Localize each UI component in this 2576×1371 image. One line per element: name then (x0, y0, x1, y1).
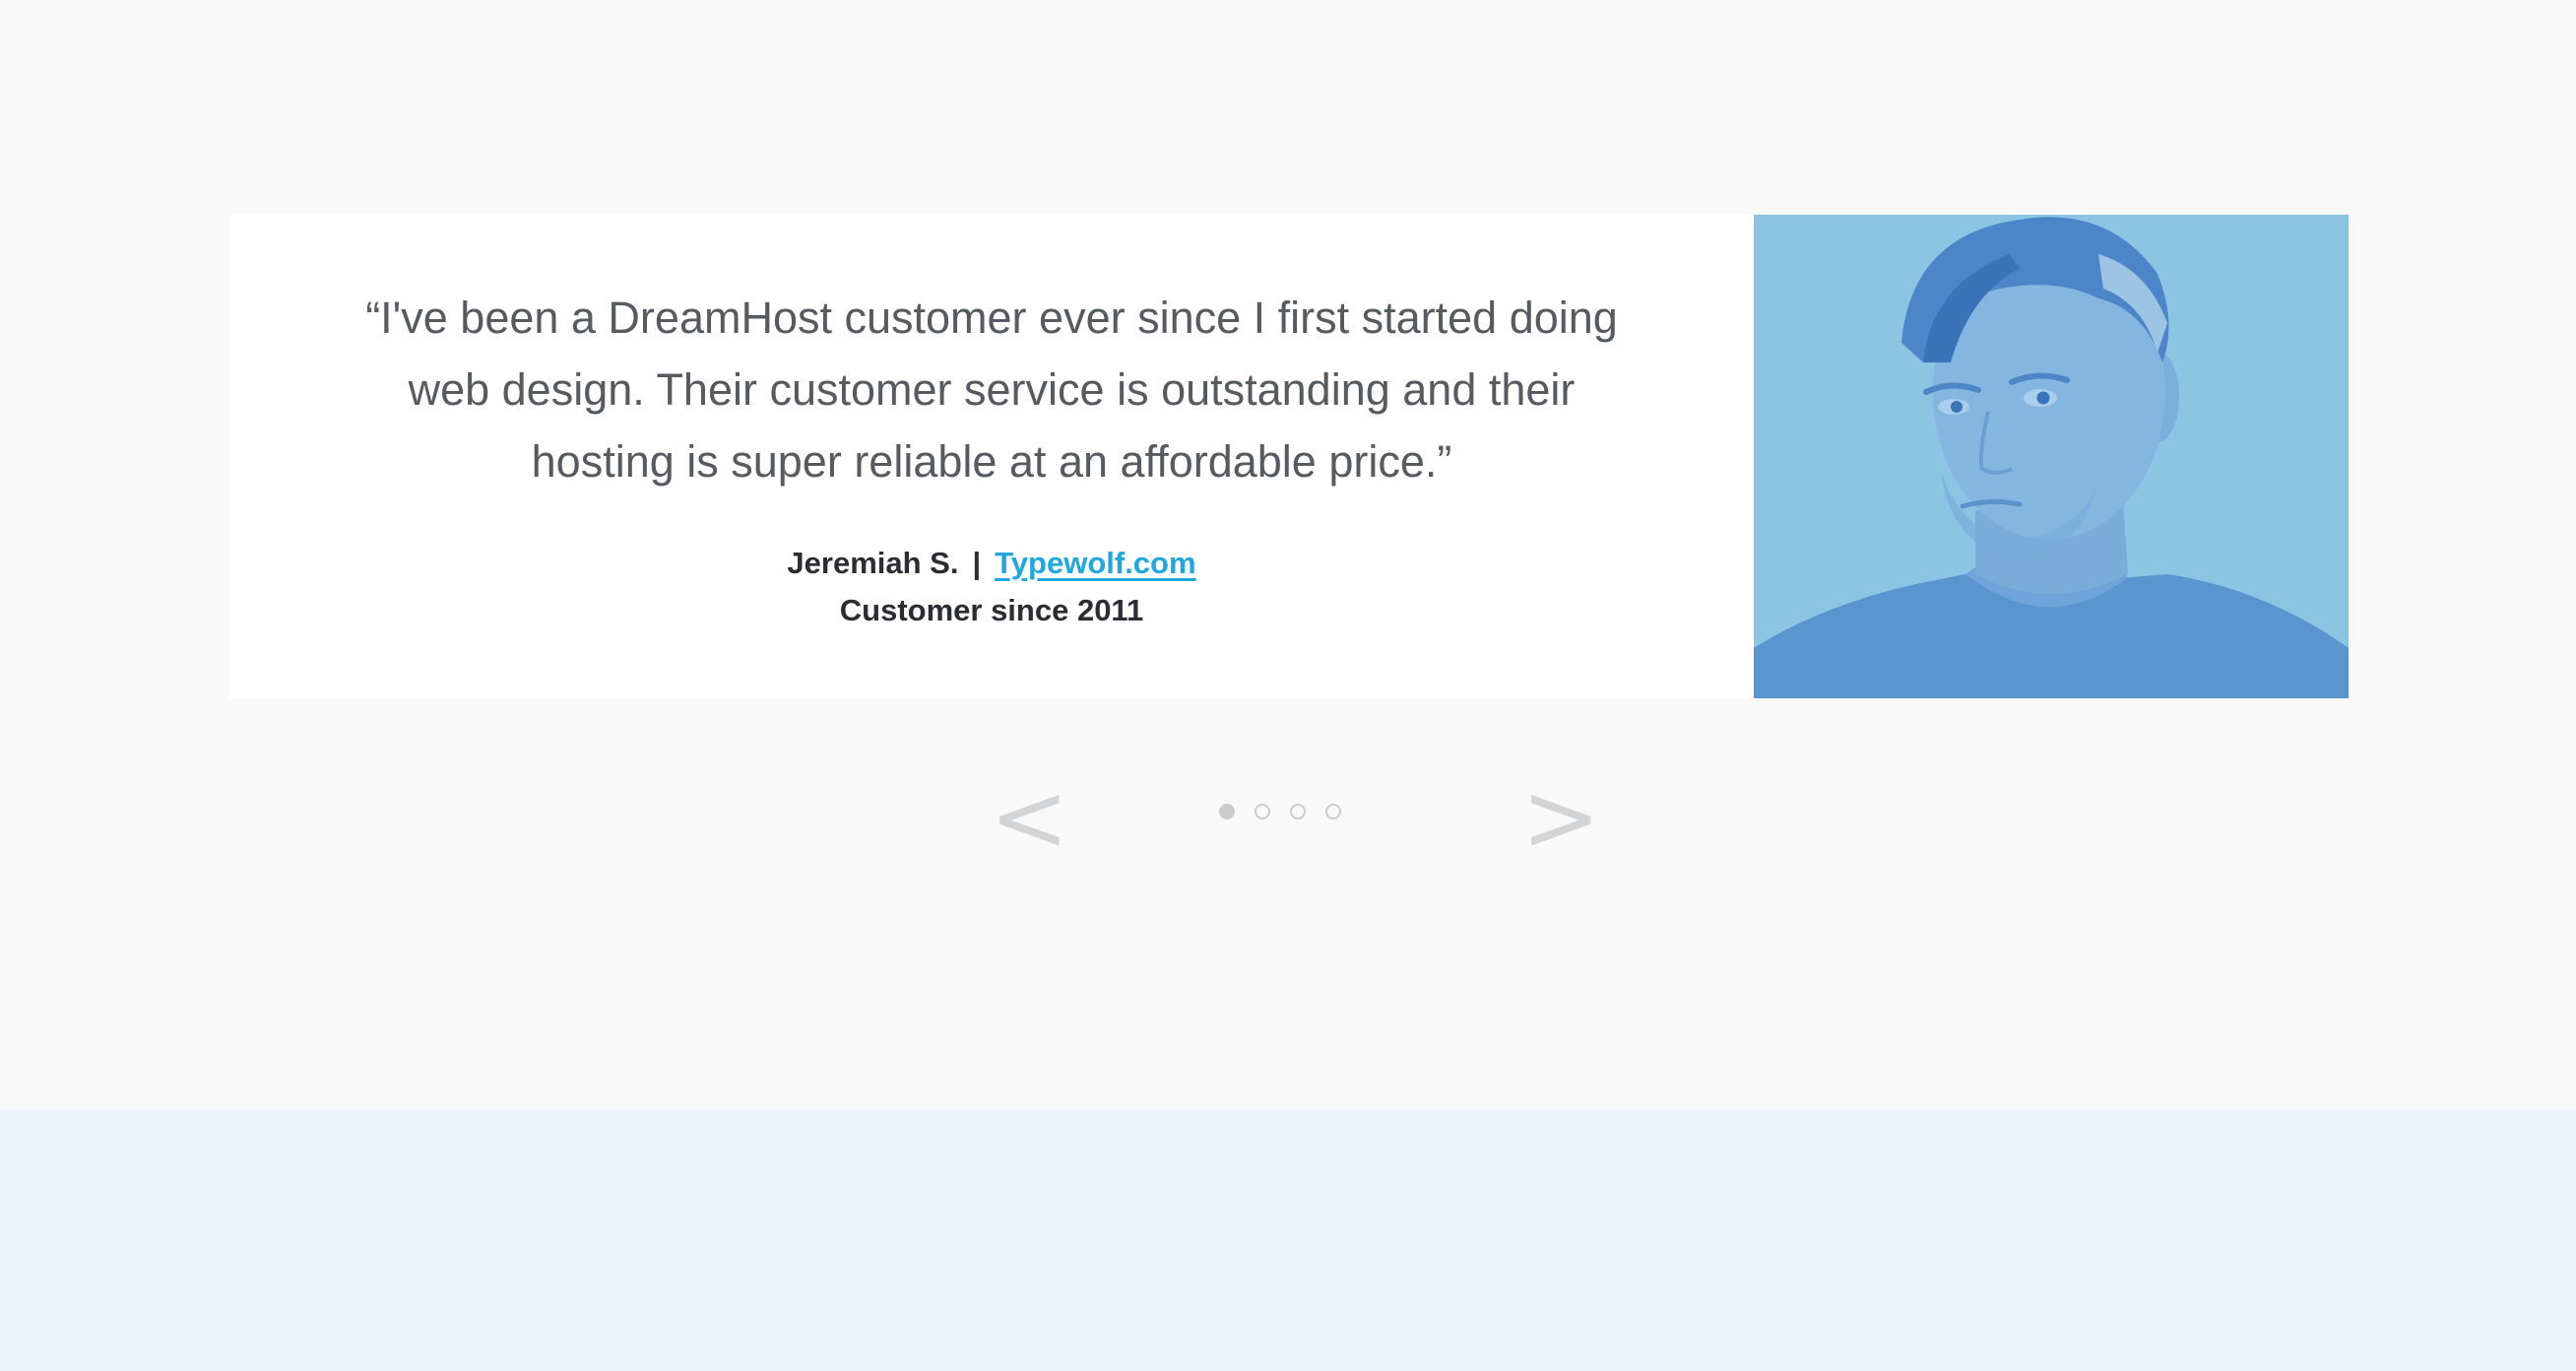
quote-line: “I've been a DreamHost customer ever sin… (365, 293, 1618, 343)
website-link[interactable]: Typewolf.com (995, 546, 1195, 580)
author-line: Jeremiah S. | Typewolf.com (229, 540, 1754, 587)
carousel-dot-4[interactable] (1325, 804, 1341, 819)
carousel-controls: < > (0, 768, 2576, 867)
testimonial-attribution: Jeremiah S. | Typewolf.com Customer since … (229, 540, 1754, 634)
next-section-band (0, 1110, 2576, 1371)
carousel-dot-3[interactable] (1290, 804, 1306, 819)
separator: | (972, 546, 982, 580)
testimonial-quote: “I've been a DreamHost customer ever sin… (229, 282, 1754, 497)
customer-portrait-icon (1754, 215, 2349, 698)
carousel-dots (1219, 804, 1361, 823)
carousel-dot-2[interactable] (1255, 804, 1270, 819)
previous-arrow-icon[interactable]: < (990, 768, 1068, 867)
quote-line: web design. Their customer service is ou… (408, 364, 1576, 415)
customer-photo (1754, 215, 2349, 698)
testimonial-card: “I've been a DreamHost customer ever sin… (229, 215, 1754, 698)
customer-since: Customer since 2011 (839, 593, 1144, 627)
next-arrow-icon[interactable]: > (1521, 768, 1600, 867)
quote-line: hosting is super reliable at an affordab… (531, 436, 1452, 487)
carousel-dot-1[interactable] (1219, 804, 1235, 819)
author-name: Jeremiah S. (787, 546, 959, 580)
